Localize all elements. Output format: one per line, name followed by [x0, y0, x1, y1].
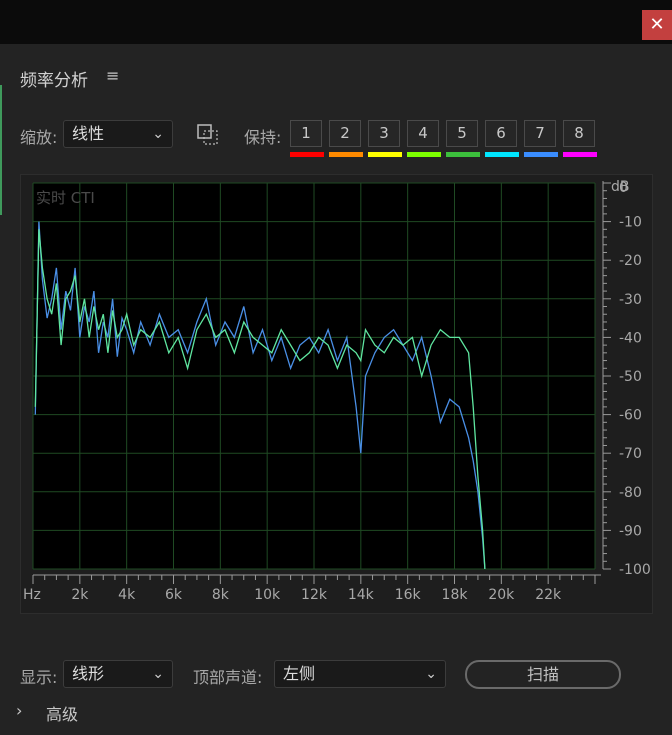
freq-tick-label: 22k	[535, 587, 562, 603]
top-channel-label: 顶部声道:	[193, 668, 263, 687]
db-tick-label: -90	[619, 523, 642, 539]
hold-color-swatch-4	[407, 152, 441, 157]
freq-tick-label: 8k	[212, 587, 230, 603]
panel-edge-accent	[0, 85, 2, 215]
db-tick-label: -40	[619, 330, 642, 346]
freq-tick-label: 2k	[71, 587, 89, 603]
freq-tick-label: 16k	[395, 587, 422, 603]
hamburger-menu-icon[interactable]: ≡	[106, 66, 119, 85]
zoom-select[interactable]: 线性 ⌄	[63, 120, 173, 148]
db-tick-label: -60	[619, 408, 642, 424]
db-tick-label: -30	[619, 292, 642, 308]
hold-button-8[interactable]: 8	[563, 120, 595, 147]
freq-tick-label: 20k	[488, 587, 515, 603]
hold-color-swatch-7	[524, 152, 558, 157]
db-tick-label: -100	[619, 562, 651, 578]
db-tick-label: -20	[619, 253, 642, 269]
snapshot-icon[interactable]	[196, 123, 220, 147]
hold-button-1[interactable]: 1	[290, 120, 322, 147]
display-select-value: 线形	[72, 664, 105, 683]
frequency-graph: 实时 CTI dB 0 -10 -20 -30 -40 -50 -60 -70 -80 -90 -100…	[20, 174, 653, 614]
overlay-label: 实时 CTI	[36, 189, 95, 207]
top-channel-select[interactable]: 左侧 ⌄	[274, 660, 446, 688]
chevron-down-icon: ⌄	[152, 666, 164, 682]
db-tick-label: -80	[619, 485, 642, 501]
hold-button-4[interactable]: 4	[407, 120, 439, 147]
chevron-down-icon: ⌄	[425, 666, 437, 682]
chevron-down-icon: ⌄	[152, 126, 164, 142]
close-icon[interactable]: ✕	[642, 10, 672, 40]
display-label: 显示:	[20, 668, 58, 687]
freq-tick-label: Hz	[23, 587, 41, 603]
hold-button-7[interactable]: 7	[524, 120, 556, 147]
scan-button[interactable]: 扫描	[465, 660, 621, 689]
hold-color-swatch-5	[446, 152, 480, 157]
panel-title: 频率分析	[20, 71, 88, 91]
hold-button-5[interactable]: 5	[446, 120, 478, 147]
db-tick-label: -10	[619, 215, 642, 231]
freq-tick-label: 10k	[254, 587, 281, 603]
advanced-toggle[interactable]: 高级	[46, 701, 78, 725]
db-tick-label: -50	[619, 369, 642, 385]
db-tick-label: -70	[619, 446, 642, 462]
freq-tick-label: 14k	[348, 587, 375, 603]
frequency-chart: 实时 CTIdB0-10-20-30-40-50-60-70-80-90-100…	[23, 179, 651, 603]
chevron-right-icon[interactable]: ›	[16, 701, 22, 720]
hold-color-swatch-3	[368, 152, 402, 157]
hold-color-swatch-1	[290, 152, 324, 157]
freq-tick-label: 12k	[301, 587, 328, 603]
freq-tick-label: 4k	[118, 587, 136, 603]
window-titlebar: ✕	[0, 0, 672, 44]
db-tick-label: 0	[619, 180, 628, 196]
hold-label: 保持:	[244, 128, 282, 147]
hold-color-swatch-8	[563, 152, 597, 157]
top-channel-select-value: 左侧	[283, 664, 316, 683]
hold-button-2[interactable]: 2	[329, 120, 361, 147]
display-select[interactable]: 线形 ⌄	[63, 660, 173, 688]
hold-button-6[interactable]: 6	[485, 120, 517, 147]
hold-color-swatch-6	[485, 152, 519, 157]
zoom-select-value: 线性	[72, 124, 105, 143]
freq-tick-label: 18k	[442, 587, 469, 603]
hold-color-swatch-2	[329, 152, 363, 157]
hold-button-3[interactable]: 3	[368, 120, 400, 147]
freq-tick-label: 6k	[165, 587, 183, 603]
zoom-label: 缩放:	[20, 128, 58, 147]
